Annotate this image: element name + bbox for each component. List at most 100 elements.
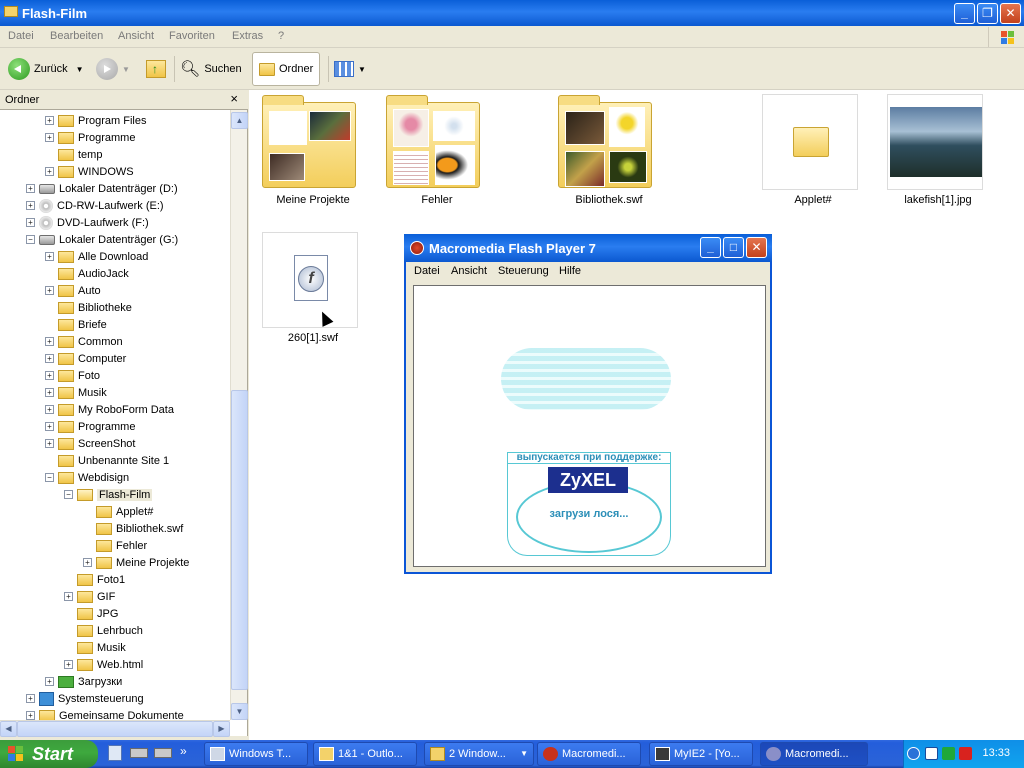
tree-item[interactable]: + Foto <box>45 367 100 384</box>
task-flash-2[interactable]: Macromedi... <box>760 742 868 766</box>
tree-item[interactable]: − Flash-Film <box>64 486 153 503</box>
tree-item[interactable]: Unbenannte Site 1 <box>45 452 169 469</box>
expand-icon[interactable]: + <box>26 711 35 720</box>
folders-button[interactable]: Ordner <box>252 52 321 86</box>
tree-item[interactable]: JPG <box>64 605 118 622</box>
chevron-down-icon[interactable]: ▼ <box>76 65 84 74</box>
flash-stage[interactable]: выпускается при поддержке: ZyXEL загрузи… <box>413 285 766 567</box>
tree-item[interactable]: temp <box>45 146 102 163</box>
collapse-icon[interactable]: − <box>64 490 73 499</box>
expand-icon[interactable]: + <box>45 422 54 431</box>
vertical-scrollbar[interactable]: ▲ ▼ <box>230 110 248 720</box>
maximize-button[interactable]: □ <box>723 237 744 258</box>
up-folder-button[interactable]: ↑ <box>146 52 166 86</box>
tree-item[interactable]: + Lokaler Datenträger (D:) <box>26 180 178 197</box>
tree-item[interactable]: + Program Files <box>45 112 146 129</box>
start-button[interactable]: Start <box>0 740 98 768</box>
close-icon[interactable]: × <box>230 91 238 106</box>
tree-item[interactable]: + Musik <box>45 384 107 401</box>
collapse-icon[interactable]: − <box>45 473 54 482</box>
menu-ansicht[interactable]: Ansicht <box>451 265 487 277</box>
expand-icon[interactable]: + <box>45 677 54 686</box>
network-icon[interactable] <box>925 747 938 760</box>
expand-icon[interactable]: + <box>26 201 35 210</box>
close-button[interactable]: ✕ <box>746 237 767 258</box>
collapse-icon[interactable]: − <box>26 235 35 244</box>
scroll-down-arrow[interactable]: ▼ <box>231 703 248 720</box>
tree-item[interactable]: + DVD-Laufwerk (F:) <box>26 214 149 231</box>
tree-item[interactable]: − Lokaler Datenträger (G:) <box>26 231 178 248</box>
expand-icon[interactable]: + <box>45 116 54 125</box>
tree-item[interactable]: Applet# <box>83 503 153 520</box>
expand-icon[interactable]: + <box>83 558 92 567</box>
menu-hilfe[interactable]: Hilfe <box>559 265 581 277</box>
title-bar[interactable]: Flash-Film _ ❐ ✕ <box>0 0 1024 26</box>
tree-item[interactable]: + My RoboForm Data <box>45 401 174 418</box>
expand-icon[interactable]: + <box>64 592 73 601</box>
expand-icon[interactable]: + <box>45 252 54 261</box>
tree-item[interactable]: Briefe <box>45 316 107 333</box>
horizontal-scrollbar[interactable]: ◀ ▶ <box>0 720 230 737</box>
scroll-thumb[interactable] <box>17 721 213 737</box>
expand-icon[interactable]: + <box>45 371 54 380</box>
close-button[interactable]: ✕ <box>1000 3 1021 24</box>
views-button[interactable]: ▼ <box>334 52 366 86</box>
drive-icon[interactable] <box>154 748 172 758</box>
tree-item[interactable]: + Programme <box>45 418 135 435</box>
menu-steuerung[interactable]: Steuerung <box>498 265 549 277</box>
expand-icon[interactable]: + <box>45 405 54 414</box>
chevron-right-icon[interactable]: » <box>180 744 187 758</box>
task-windows[interactable]: Windows T... <box>204 742 308 766</box>
expand-icon[interactable]: + <box>26 218 35 227</box>
messenger-icon[interactable] <box>942 747 955 760</box>
expand-icon[interactable]: + <box>26 184 35 193</box>
tree-item[interactable]: + Meine Projekte <box>83 554 189 571</box>
chevron-left-icon[interactable] <box>907 747 920 760</box>
task-flash-1[interactable]: Macromedi... <box>537 742 641 766</box>
tree-item[interactable]: + CD-RW-Laufwerk (E:) <box>26 197 164 214</box>
scroll-left-arrow[interactable]: ◀ <box>0 721 17 737</box>
tree-item[interactable]: + Загрузки <box>45 673 122 690</box>
menu-bearbeiten[interactable]: Bearbeiten <box>50 30 103 42</box>
menu-favoriten[interactable]: Favoriten <box>169 30 215 42</box>
forward-button[interactable]: ▼ <box>96 52 130 86</box>
task-explorer-group[interactable]: 2 Window... ▼ <box>424 742 534 766</box>
expand-icon[interactable]: + <box>45 354 54 363</box>
scroll-right-arrow[interactable]: ▶ <box>213 721 230 737</box>
minimize-button[interactable]: _ <box>954 3 975 24</box>
tree-item[interactable]: + Computer <box>45 350 126 367</box>
maximize-button[interactable]: ❐ <box>977 3 998 24</box>
task-myie2[interactable]: MyIE2 - [Yo... <box>649 742 753 766</box>
expand-icon[interactable]: + <box>45 337 54 346</box>
tree-item[interactable]: Bibliothek.swf <box>83 520 183 537</box>
menu-extras[interactable]: Extras <box>232 30 263 42</box>
minimize-button[interactable]: _ <box>700 237 721 258</box>
chevron-down-icon[interactable]: ▼ <box>358 65 366 74</box>
expand-icon[interactable]: + <box>64 660 73 669</box>
menu-datei[interactable]: Datei <box>8 30 34 42</box>
chevron-down-icon[interactable]: ▼ <box>122 65 130 74</box>
tree-item[interactable]: + GIF <box>64 588 115 605</box>
drive-icon[interactable] <box>130 748 148 758</box>
expand-icon[interactable]: + <box>45 286 54 295</box>
tree-item[interactable]: + Alle Download <box>45 248 148 265</box>
expand-icon[interactable]: + <box>45 167 54 176</box>
tree-item[interactable]: + ScreenShot <box>45 435 135 452</box>
flash-title-bar[interactable]: Macromedia Flash Player 7 _ □ ✕ <box>404 234 772 262</box>
tree-item[interactable]: Bibliotheke <box>45 299 132 316</box>
tree-item[interactable]: + Common <box>45 333 123 350</box>
expand-icon[interactable]: + <box>26 694 35 703</box>
tree-item[interactable]: Musik <box>64 639 126 656</box>
quicklaunch-icon[interactable] <box>108 745 122 761</box>
tree-item[interactable]: Lehrbuch <box>64 622 143 639</box>
menu-ansicht[interactable]: Ansicht <box>118 30 154 42</box>
tree-item[interactable]: Foto1 <box>64 571 125 588</box>
tree-item[interactable]: + Web.html <box>64 656 143 673</box>
search-button[interactable]: 🔍︎ Suchen <box>180 52 242 86</box>
expand-icon[interactable]: + <box>45 439 54 448</box>
task-outlook[interactable]: 1&1 - Outlo... <box>313 742 417 766</box>
tree-item[interactable]: + Programme <box>45 129 135 146</box>
menu-datei[interactable]: Datei <box>414 265 440 277</box>
tree-item[interactable]: − Webdisign <box>45 469 129 486</box>
tree-item[interactable]: AudioJack <box>45 265 129 282</box>
